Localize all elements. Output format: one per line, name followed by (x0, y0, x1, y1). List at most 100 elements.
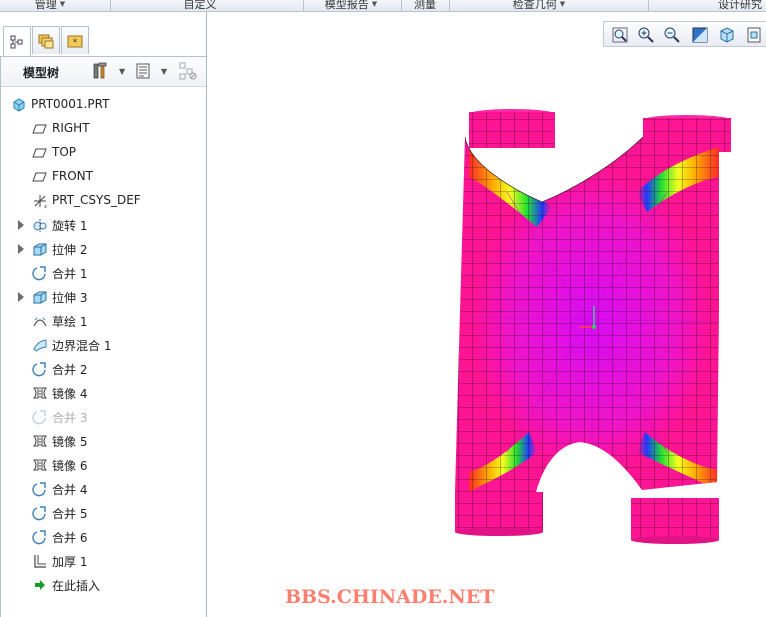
ribbon-group-model-report[interactable]: 模型报告 ▼ (315, 0, 387, 12)
tree-item[interactable]: FRONT (1, 165, 206, 189)
tree-settings-button[interactable] (89, 61, 111, 81)
tree-item-label: 镜像 5 (52, 435, 88, 449)
part-cube-icon (11, 97, 27, 113)
tree-show-button[interactable] (133, 61, 155, 81)
tree-item-label: 旋转 1 (52, 219, 88, 233)
tree-structure-icon (10, 35, 23, 48)
tree-item[interactable]: 拉伸 3 (1, 285, 206, 309)
tree-item-label: 加厚 1 (52, 555, 88, 569)
tree-filter-button[interactable] (177, 61, 199, 81)
tree-item[interactable]: 在此插入 (1, 573, 206, 597)
tree-filter-icon (179, 62, 197, 80)
zoom-out-button[interactable] (661, 24, 683, 45)
expand-triangle-icon[interactable] (18, 292, 24, 302)
expand-triangle-icon[interactable] (18, 244, 24, 254)
bottom-left-tube (455, 492, 543, 536)
tree-item[interactable]: RIGHT (1, 117, 206, 141)
ribbon-group-design-study[interactable]: 设计研究 (718, 0, 766, 12)
top-left-tube (469, 109, 555, 148)
tree-item-label: TOP (52, 145, 77, 159)
tab-favorites[interactable]: * (61, 26, 89, 54)
csys-icon: x (32, 193, 48, 209)
tree-item-label: PRT_CSYS_DEF (52, 193, 141, 207)
refit-button[interactable] (609, 24, 631, 45)
mirror-icon (32, 385, 48, 401)
tree-item[interactable]: x PRT_CSYS_DEF (1, 189, 206, 213)
tree-item-label: 合并 5 (52, 507, 88, 521)
svg-text:x: x (44, 204, 47, 209)
ribbon-group-label: 模型报告 (324, 0, 369, 11)
insert-here-arrow-icon (32, 577, 48, 593)
merge-icon (32, 409, 48, 425)
sketch-icon (32, 313, 48, 329)
model-tree-title: 模型树 (23, 66, 60, 80)
tree-item-label: 在此插入 (52, 579, 101, 593)
tree-item-label: 拉伸 3 (52, 291, 88, 305)
tree-item-label: 镜像 4 (52, 387, 88, 401)
zoom-fit-icon (612, 27, 628, 42)
tree-item-label: FRONT (52, 169, 93, 183)
tree-item-label: RIGHT (52, 121, 90, 135)
saved-views-icon (747, 27, 761, 42)
display-style-button[interactable] (716, 24, 738, 45)
merge-icon (32, 505, 48, 521)
repaint-icon (692, 27, 708, 42)
tree-item[interactable]: 合并 6 (1, 525, 206, 549)
saved-orientations-button[interactable] (743, 24, 765, 45)
tree-item-label: 草绘 1 (52, 315, 88, 329)
view-toolbar (603, 21, 766, 47)
tree-item[interactable]: 镜像 5 (1, 429, 206, 453)
tree-item[interactable]: 合并 4 (1, 477, 206, 501)
ribbon-group-measure[interactable]: 测量 (402, 0, 448, 12)
merge-icon (32, 529, 48, 545)
chevron-down-icon[interactable]: ▼ (161, 67, 167, 76)
display-style-cube-icon (720, 26, 734, 43)
tree-item[interactable]: 加厚 1 (1, 549, 206, 573)
expand-triangle-icon[interactable] (18, 220, 24, 230)
mirror-icon (32, 457, 48, 473)
graphics-window[interactable]: BBS.CHINADE.NET (207, 12, 766, 617)
tree-item[interactable]: 旋转 1 (1, 213, 206, 237)
ribbon-group-manage[interactable]: 管理 ▼ (20, 0, 80, 12)
tree-item-label: 合并 1 (52, 267, 88, 281)
ribbon-group-label: 自定义 (183, 0, 217, 11)
ribbon-group-check-geometry[interactable]: 检查几何 ▼ (500, 0, 578, 12)
zoom-in-button[interactable] (635, 24, 657, 45)
tree-item-label: 拉伸 2 (52, 243, 88, 257)
merge-icon (32, 361, 48, 377)
repaint-button[interactable] (689, 24, 711, 45)
tab-folder-browser[interactable] (32, 26, 60, 54)
main-surface-body (455, 132, 719, 496)
ribbon-divider (648, 0, 649, 12)
mirror-icon (32, 433, 48, 449)
ribbon-group-label: 设计研究 (718, 0, 762, 11)
tree-item[interactable]: 合并 3 (1, 405, 206, 429)
merge-icon (32, 265, 48, 281)
tree-item[interactable]: 合并 5 (1, 501, 206, 525)
ribbon-group-customize[interactable]: 自定义 (160, 0, 240, 12)
tree-item[interactable]: 草绘 1 (1, 309, 206, 333)
tree-item[interactable]: 拉伸 2 (1, 237, 206, 261)
list-settings-icon (136, 63, 150, 79)
tree-item-label: 合并 3 (52, 411, 88, 425)
chevron-down-icon: ▼ (59, 0, 66, 8)
tree-item[interactable]: 合并 1 (1, 261, 206, 285)
thicken-icon (32, 553, 48, 569)
folders-icon (38, 34, 54, 48)
ribbon-group-bar: 管理 ▼ 自定义 模型报告 ▼ 测量 检查几何 ▼ 设计研究 (0, 0, 766, 12)
tools-icon (93, 62, 107, 79)
chevron-down-icon[interactable]: ▼ (119, 67, 125, 76)
tab-model-tree[interactable] (3, 26, 31, 56)
tree-item[interactable]: 边界混合 1 (1, 333, 206, 357)
ribbon-group-label: 测量 (414, 0, 436, 11)
svg-text:*: * (73, 38, 78, 48)
tree-item[interactable]: TOP (1, 141, 206, 165)
ribbon-divider (110, 0, 111, 12)
tree-item[interactable]: 镜像 6 (1, 453, 206, 477)
tree-item[interactable]: 合并 2 (1, 357, 206, 381)
ribbon-divider (303, 0, 304, 12)
tree-item-part[interactable]: PRT0001.PRT (1, 93, 206, 117)
tree-item-label: 合并 2 (52, 363, 88, 377)
boundary-blend-icon (32, 337, 48, 353)
tree-item[interactable]: 镜像 4 (1, 381, 206, 405)
